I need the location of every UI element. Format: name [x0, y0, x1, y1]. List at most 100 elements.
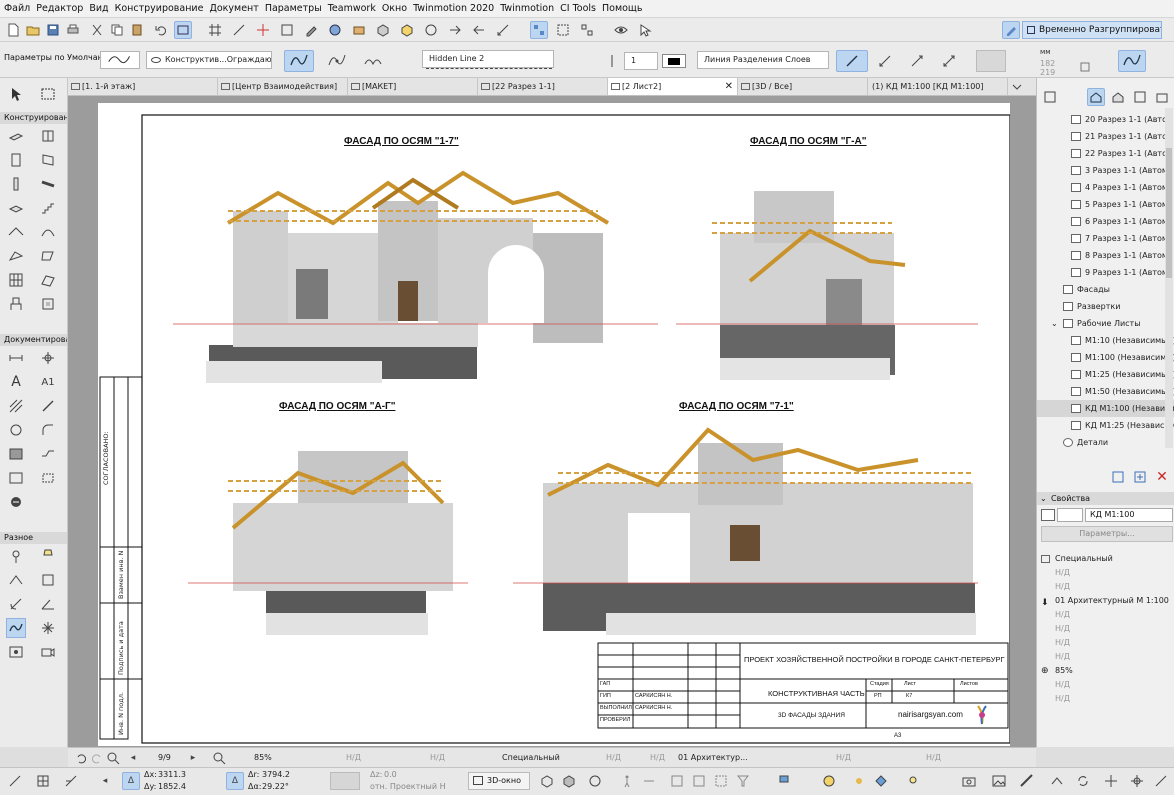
line-arrow-end-icon[interactable]: [904, 50, 930, 72]
nav-item[interactable]: М1:50 (Независимый): [1037, 383, 1174, 400]
delta-mode-icon[interactable]: Δ: [122, 772, 140, 790]
angle-dimension-tool-icon[interactable]: [38, 594, 58, 614]
window-tool-icon[interactable]: [38, 150, 58, 170]
nav-item[interactable]: 8 Разрез 1-1 (Автома: [1037, 247, 1174, 264]
3d-window-button[interactable]: 3D-окно: [468, 772, 530, 790]
view-name-field[interactable]: КД М1:100: [1085, 508, 1173, 522]
navigator-scrollbar[interactable]: [1165, 108, 1173, 448]
line-type-dropdown[interactable]: Hidden Line 2: [422, 50, 554, 68]
menu-ci-tools[interactable]: CI Tools: [556, 0, 598, 17]
skylight-tool-icon[interactable]: [6, 246, 26, 266]
grid-snap-icon[interactable]: [34, 772, 52, 790]
3d-style-icon[interactable]: [374, 21, 392, 39]
line-arrow-icon[interactable]: [872, 50, 898, 72]
filter-icon[interactable]: [734, 772, 752, 790]
eye-icon[interactable]: [612, 21, 630, 39]
collapse-chevron-icon[interactable]: ⌄: [1051, 315, 1058, 332]
render-icon[interactable]: [820, 772, 838, 790]
tab-collaboration[interactable]: [Центр Взаимодействия]: [218, 78, 348, 95]
prop-row[interactable]: Н/Д: [1037, 678, 1174, 692]
select-icon[interactable]: [636, 21, 654, 39]
teamwork-receive-icon[interactable]: [470, 21, 488, 39]
properties-header[interactable]: ⌄ Свойства: [1037, 492, 1174, 505]
polyline-tool-icon[interactable]: [38, 444, 58, 464]
dz-value[interactable]: 0.0: [384, 770, 397, 779]
prev-page-icon[interactable]: ◂: [124, 749, 142, 767]
line-arrow-both-icon[interactable]: [936, 50, 962, 72]
drawing-tool-icon[interactable]: [6, 468, 26, 488]
navigation-icon[interactable]: [1102, 772, 1120, 790]
arrow-type-button[interactable]: [976, 50, 1006, 72]
prop-structure[interactable]: Специальный: [1037, 552, 1174, 566]
corner-window-tool-icon[interactable]: [38, 570, 58, 590]
nav-item-details[interactable]: Детали: [1037, 434, 1174, 451]
reference-level[interactable]: отн. Проектный Н...: [370, 782, 446, 791]
da-value[interactable]: 29.22°: [262, 782, 289, 791]
drawing-canvas[interactable]: ФАСАД ПО ОСЯМ "1-7" ФАСАД ПО ОСЯМ "Г-А" …: [68, 96, 1036, 747]
temporary-regroup-button[interactable]: Временно Разгруппировать: [1022, 21, 1162, 39]
view-settings-icon[interactable]: [1131, 468, 1149, 486]
stair-tool-icon[interactable]: [38, 198, 58, 218]
construct-layer-dropdown[interactable]: Конструктив...Ограждающий: [146, 51, 272, 69]
prop-layer-combination[interactable]: ⬇ 01 Архитектурный М 1:100: [1037, 594, 1174, 608]
detail-tool-icon[interactable]: [38, 468, 58, 488]
figure-image-tool-icon[interactable]: [6, 642, 26, 662]
default-settings-label[interactable]: Параметры по Умолчанию: [4, 53, 115, 62]
freehand-icon[interactable]: [358, 50, 388, 72]
parameters-button[interactable]: Параметры...: [1041, 526, 1173, 542]
zoom-in-icon[interactable]: [104, 749, 122, 767]
pen-color-swatch[interactable]: [662, 54, 686, 68]
tab-layout[interactable]: [МАКЕТ]: [348, 78, 478, 95]
structure-display[interactable]: Специальный: [502, 753, 560, 762]
prop-zoom[interactable]: ⊕ 85%: [1037, 664, 1174, 678]
menu-twinmotion[interactable]: Twinmotion: [496, 0, 556, 17]
curtain-grid-tool-icon[interactable]: [6, 270, 26, 290]
object-tool-icon[interactable]: [6, 294, 26, 314]
curtain-wall-tool-icon[interactable]: [38, 126, 58, 146]
spline-tool-icon[interactable]: [1118, 50, 1146, 72]
light-icon[interactable]: [904, 772, 922, 790]
tab-sheet-2[interactable]: [2 Лист2] ✕: [608, 78, 738, 95]
pen-number-field[interactable]: 1: [624, 52, 658, 70]
next-page-icon[interactable]: ▸: [184, 749, 202, 767]
menu-window[interactable]: Окно: [378, 0, 409, 17]
grid-element-tool-icon[interactable]: [6, 546, 26, 566]
tab-floor-1[interactable]: [1. 1-й этаж]: [68, 78, 218, 95]
marquee-3d-icon[interactable]: [712, 772, 730, 790]
section-more[interactable]: Разное: [0, 532, 67, 544]
nav-item[interactable]: 4 Разрез 1-1 (Автома: [1037, 179, 1174, 196]
roof-tool-icon[interactable]: [6, 222, 26, 242]
line-tool-icon[interactable]: [38, 396, 58, 416]
hotspot-tool-icon[interactable]: [38, 618, 58, 638]
open-folder-icon[interactable]: [24, 21, 42, 39]
new-view-icon[interactable]: [1109, 468, 1127, 486]
dr-value[interactable]: 3794.2: [262, 770, 290, 779]
nav-item-interior-elevations[interactable]: Развертки: [1037, 298, 1174, 315]
shell-tool-icon[interactable]: [38, 222, 58, 242]
prop-row[interactable]: Н/Д: [1037, 566, 1174, 580]
worksheet-tool-icon[interactable]: [6, 492, 26, 512]
image-icon[interactable]: [990, 772, 1008, 790]
tab-layout-kd[interactable]: (1) КД М1:100 [КД М1:100]: [868, 78, 1008, 95]
door-tool-icon[interactable]: [6, 150, 26, 170]
navigator-popup-icon[interactable]: [1041, 88, 1059, 106]
material-icon[interactable]: [872, 772, 890, 790]
navigator-scroll-thumb[interactable]: [1166, 148, 1172, 278]
mesh-tool-icon[interactable]: [38, 270, 58, 290]
cut-icon[interactable]: [88, 21, 106, 39]
menu-document[interactable]: Документ: [205, 0, 260, 17]
dx-value[interactable]: 3311.3: [158, 770, 186, 779]
close-tab-icon[interactable]: ✕: [725, 78, 733, 95]
wall-end-tool-icon[interactable]: [6, 570, 26, 590]
fly-icon[interactable]: [640, 772, 658, 790]
polyline-mode-icon[interactable]: [284, 50, 314, 72]
nav-item[interactable]: М1:100 (Независимы): [1037, 349, 1174, 366]
nav-item[interactable]: М1:10 (Независимый): [1037, 332, 1174, 349]
layer-separation-dropdown[interactable]: Линия Разделения Слоев: [697, 51, 829, 69]
slab-tool-icon[interactable]: [6, 198, 26, 218]
marquee-tool-icon[interactable]: [38, 84, 58, 104]
nav-item[interactable]: 20 Разрез 1-1 (Автом: [1037, 111, 1174, 128]
orientation-icon[interactable]: [1048, 772, 1066, 790]
wall-tool-icon[interactable]: [6, 126, 26, 146]
new-file-icon[interactable]: [4, 21, 22, 39]
